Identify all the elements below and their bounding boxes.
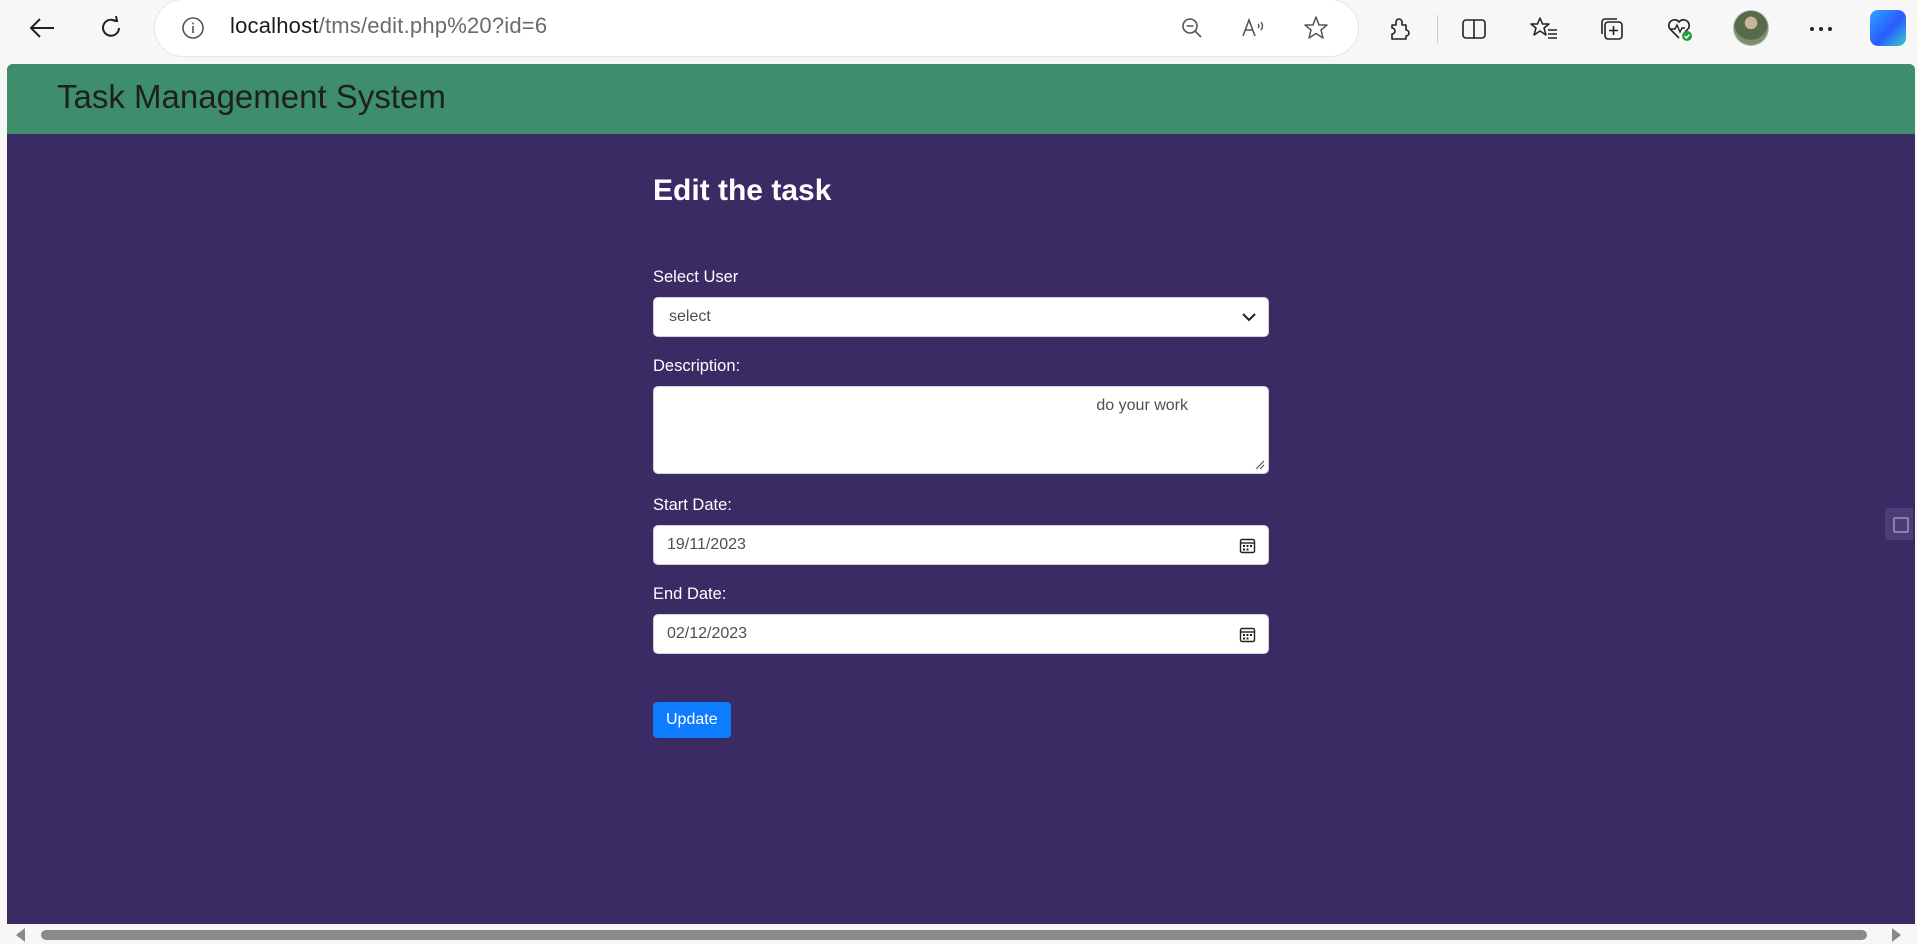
toolbar-divider: [1437, 15, 1438, 43]
address-bar[interactable]: localhost/tms/edit.php%20?id=6: [155, 0, 1358, 56]
profile-avatar[interactable]: [1733, 10, 1769, 46]
calendar-icon[interactable]: [1239, 537, 1256, 554]
favorites-icon[interactable]: [1527, 12, 1561, 46]
end-date-label: End Date:: [653, 585, 727, 603]
resize-handle-icon[interactable]: [1253, 458, 1265, 470]
url-host: localhost: [230, 13, 319, 38]
form-heading: Edit the task: [653, 174, 832, 207]
update-button[interactable]: Update: [653, 702, 731, 738]
end-date-input[interactable]: 02/12/2023: [653, 614, 1269, 654]
favorite-star-icon[interactable]: [1300, 12, 1332, 44]
extensions-icon[interactable]: [1383, 12, 1417, 46]
scrollbar-thumb[interactable]: [41, 930, 1867, 940]
scroll-right-arrow[interactable]: [1892, 928, 1901, 942]
app-title: Task Management System: [57, 78, 446, 115]
user-select[interactable]: select: [653, 297, 1269, 337]
read-aloud-icon[interactable]: [1238, 12, 1270, 44]
url-path: /tms/edit.php%20?id=6: [318, 13, 548, 38]
refresh-icon[interactable]: [93, 10, 129, 46]
start-date-input[interactable]: 19/11/2023: [653, 525, 1269, 565]
description-label: Description:: [653, 357, 741, 375]
info-icon[interactable]: [179, 14, 207, 42]
zoom-out-icon[interactable]: [1176, 12, 1208, 44]
collections-icon[interactable]: [1595, 12, 1629, 46]
user-select-value: select: [669, 308, 711, 325]
start-date-label: Start Date:: [653, 496, 732, 514]
back-arrow-icon[interactable]: [24, 10, 60, 46]
browser-health-icon[interactable]: [1663, 12, 1697, 46]
description-textarea[interactable]: do your work: [653, 386, 1269, 474]
copilot-icon[interactable]: [1870, 10, 1906, 46]
end-date-value: 02/12/2023: [667, 625, 748, 642]
more-icon[interactable]: [1804, 12, 1838, 46]
description-value: do your work: [1096, 397, 1188, 414]
browser-toolbar: localhost/tms/edit.php%20?id=6: [0, 0, 1917, 64]
horizontal-scrollbar[interactable]: [0, 924, 1917, 944]
chevron-down-icon: [1242, 313, 1256, 322]
scroll-left-arrow[interactable]: [16, 928, 25, 942]
page-viewport: Task Management System Edit the task Sel…: [7, 64, 1915, 924]
select-user-label: Select User: [653, 268, 739, 286]
start-date-value: 19/11/2023: [667, 536, 746, 553]
split-screen-icon[interactable]: [1457, 12, 1491, 46]
sidebar-toggle-tab[interactable]: [1885, 508, 1913, 540]
url-text: localhost/tms/edit.php%20?id=6: [230, 13, 547, 39]
edit-task-form: Edit the task Select User select Descrip…: [653, 174, 1269, 738]
app-header: Task Management System: [7, 64, 1915, 134]
calendar-icon[interactable]: [1239, 626, 1256, 643]
